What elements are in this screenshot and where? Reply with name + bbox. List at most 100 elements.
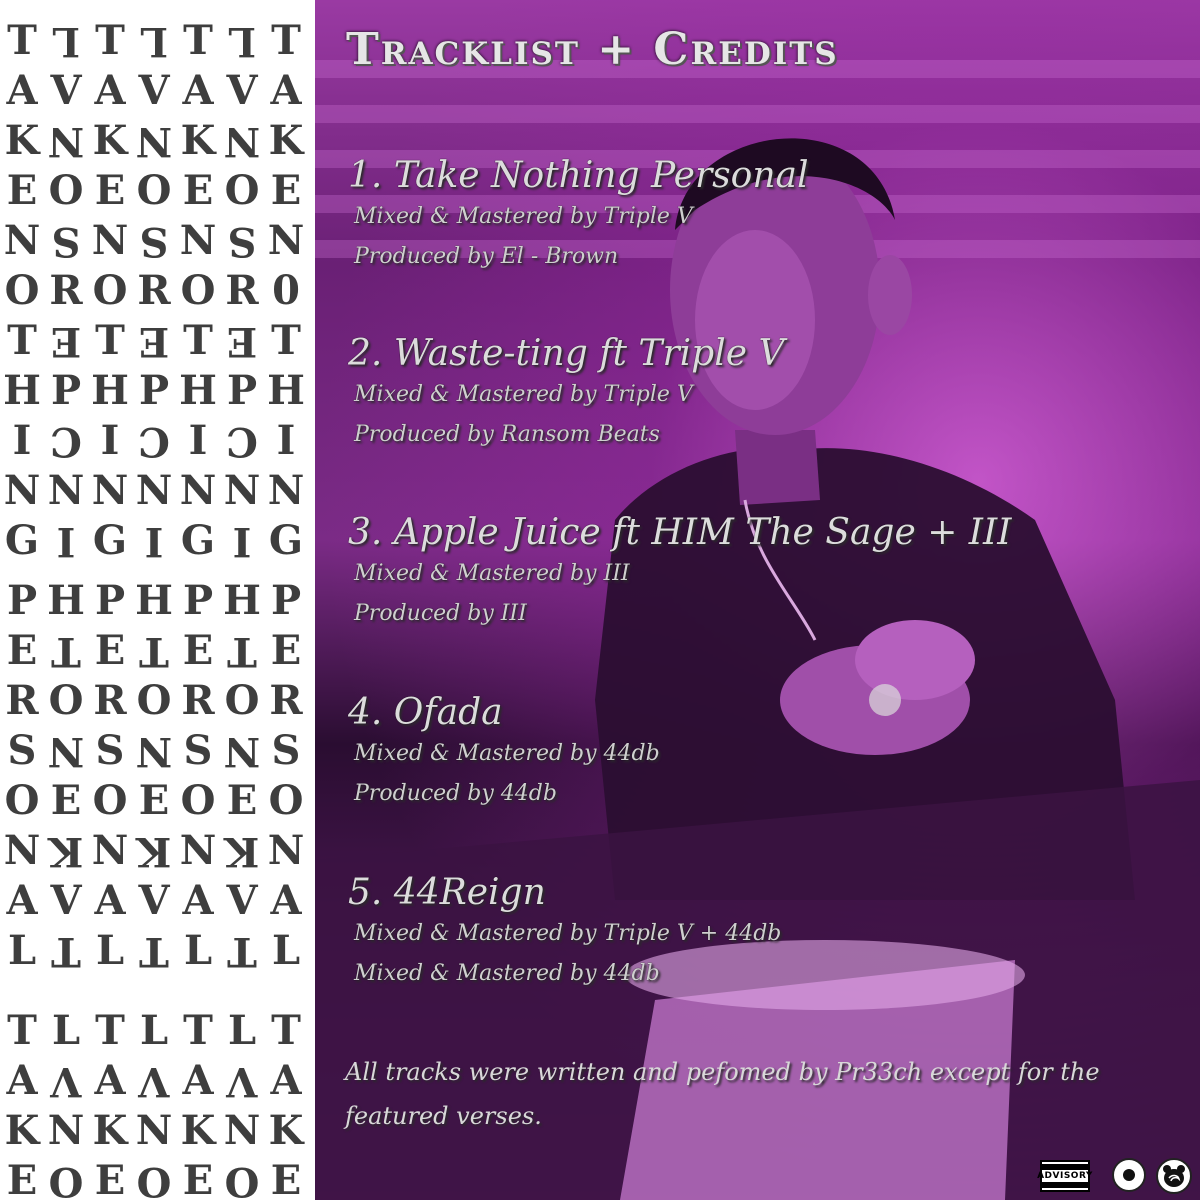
letter-glyph: S — [95, 727, 125, 774]
letter-glyph: N — [179, 217, 217, 264]
letter-glyph: N — [3, 217, 41, 264]
track-title: 2. Waste-ting ft Triple V — [348, 333, 785, 374]
letter-glyph: C — [138, 418, 170, 465]
letter-glyph: O — [180, 267, 216, 314]
letter-glyph: G — [92, 517, 128, 564]
letter-glyph: H — [179, 367, 217, 414]
letter-glyph: L — [139, 1007, 169, 1054]
letter-row: AVAVAVA — [0, 1057, 315, 1106]
letter-glyph: E — [6, 1157, 38, 1200]
letter-glyph: N — [47, 118, 85, 165]
letter-glyph: N — [3, 467, 41, 514]
track-credit: Mixed & Mastered by III — [354, 561, 630, 586]
letter-glyph: P — [270, 577, 302, 624]
letter-glyph: T — [271, 17, 301, 64]
advisory-label: ADVISORY — [1037, 1171, 1093, 1181]
letter-glyph: N — [47, 728, 85, 775]
side-typography-panel: TLTLTLTAVAVAVAKNKNKNKEOEOEOENSNSNSNORORO… — [0, 0, 315, 1200]
letter-glyph: A — [182, 1057, 214, 1104]
letter-glyph: E — [270, 1157, 302, 1200]
letter-glyph: E — [50, 318, 82, 365]
letter-glyph: K — [180, 117, 216, 164]
letter-glyph: H — [223, 577, 261, 624]
letter-glyph: V — [138, 877, 170, 924]
letter-glyph: R — [269, 677, 303, 724]
letter-glyph: A — [94, 67, 126, 114]
letter-glyph: K — [92, 1107, 128, 1154]
track-credit: Produced by 44db — [354, 781, 557, 806]
writing-credit-note: All tracks were written and pefomed by P… — [345, 1058, 1100, 1130]
letter-row: ETETETE — [0, 627, 315, 676]
letter-glyph: N — [91, 467, 129, 514]
track-credit: Mixed & Mastered by Triple V — [354, 382, 693, 407]
letter-glyph: T — [139, 928, 169, 975]
letter-glyph: V — [50, 1058, 82, 1105]
letter-glyph: T — [7, 17, 37, 64]
letter-glyph: N — [3, 827, 41, 874]
letter-glyph: V — [50, 877, 82, 924]
letter-glyph: O — [224, 167, 260, 214]
letter-glyph: T — [51, 928, 81, 975]
letter-glyph: T — [227, 928, 257, 975]
letter-glyph: A — [182, 67, 214, 114]
letter-glyph: H — [91, 367, 129, 414]
letter-glyph: I — [100, 417, 120, 464]
letter-glyph: S — [7, 727, 37, 774]
track-item: 3. Apple Juice ft HIM The Sage + III Mix… — [348, 512, 1178, 634]
letter-glyph: O — [268, 777, 304, 824]
letter-row: AVAVAVA — [0, 878, 315, 924]
advisory-bottom-bar — [1042, 1182, 1088, 1188]
letter-glyph: O — [136, 677, 172, 724]
letter-glyph: G — [268, 517, 304, 564]
letter-glyph: N — [47, 467, 85, 514]
letter-glyph: T — [183, 17, 213, 64]
letter-glyph: T — [227, 628, 257, 675]
letter-glyph: G — [180, 517, 216, 564]
letter-glyph: T — [7, 317, 37, 364]
letter-glyph: K — [92, 117, 128, 164]
letter-glyph: K — [180, 1107, 216, 1154]
letter-glyph: H — [3, 367, 41, 414]
letter-row: NNNNNNN — [0, 468, 315, 514]
letter-glyph: E — [94, 627, 126, 674]
letter-glyph: N — [223, 728, 261, 775]
letter-glyph: O — [136, 167, 172, 214]
bear-glyph-icon — [1163, 1165, 1185, 1187]
letter-glyph: O — [48, 167, 84, 214]
letter-glyph: R — [93, 677, 127, 724]
letter-row: GIGIGIG — [0, 517, 315, 566]
letter-row: LTLTLTL — [0, 927, 315, 976]
letter-glyph: O — [4, 777, 40, 824]
letter-row: TLTLTLT — [0, 1008, 315, 1054]
letter-glyph: E — [50, 777, 82, 824]
letter-glyph: L — [51, 18, 81, 65]
letter-glyph: N — [91, 827, 129, 874]
letter-glyph: E — [138, 777, 170, 824]
track-credit: Mixed & Mastered by Triple V + 44db — [354, 921, 782, 946]
letter-row: ICICICI — [0, 417, 315, 466]
letter-glyph: N — [223, 467, 261, 514]
letter-glyph: I — [232, 518, 252, 565]
letter-glyph: K — [136, 828, 172, 875]
letter-glyph: E — [182, 167, 214, 214]
letter-row: EOEOEOE — [0, 168, 315, 214]
letter-glyph: E — [138, 318, 170, 365]
letter-glyph: R — [5, 677, 39, 724]
letter-glyph: I — [56, 518, 76, 565]
letter-glyph: V — [50, 67, 82, 114]
letter-glyph: O — [136, 1158, 172, 1200]
track-credit: Mixed & Mastered by 44db — [354, 741, 660, 766]
letter-row: TETETET — [0, 317, 315, 366]
letter-glyph: L — [183, 927, 213, 974]
letter-glyph: P — [50, 367, 82, 414]
letter-glyph: L — [95, 927, 125, 974]
letter-glyph: 0 — [272, 267, 300, 314]
letter-glyph: V — [226, 877, 258, 924]
letter-glyph: L — [7, 927, 37, 974]
letter-glyph: O — [224, 1158, 260, 1200]
letter-glyph: R — [181, 677, 215, 724]
letter-glyph: P — [94, 577, 126, 624]
letter-glyph: E — [6, 627, 38, 674]
letter-glyph: H — [267, 367, 305, 414]
track-credit: Produced by El - Brown — [354, 244, 619, 269]
